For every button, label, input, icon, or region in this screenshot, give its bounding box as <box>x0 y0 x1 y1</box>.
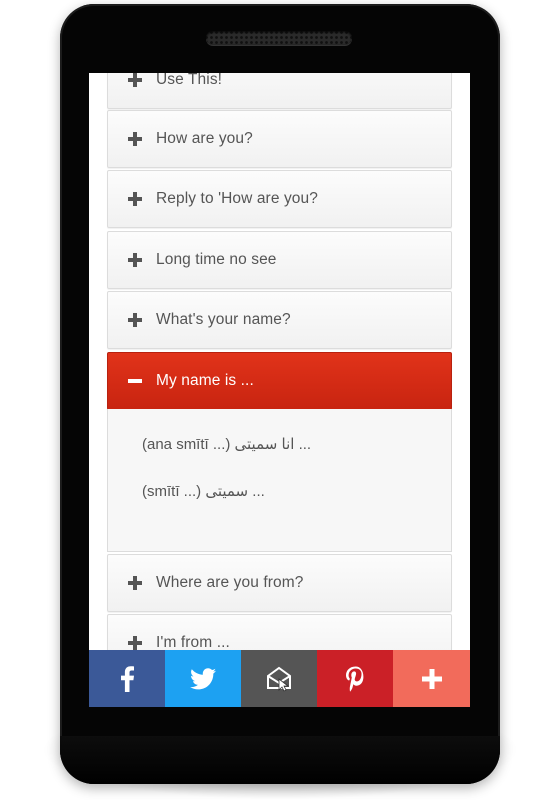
email-icon <box>267 666 291 692</box>
plus-icon <box>128 132 142 146</box>
accordion-panel-my-name-is: (ana smītī ...) انا سميتى ... (smītī ...… <box>107 409 452 552</box>
more-share-button[interactable] <box>393 650 470 707</box>
phone-screen: Use This! How are you? Reply to 'How are… <box>89 73 470 707</box>
facebook-icon <box>121 665 134 692</box>
phone-chin <box>60 736 500 784</box>
plus-icon <box>128 576 142 590</box>
pinterest-share-button[interactable] <box>317 650 393 707</box>
accordion-item-label: Reply to 'How are you? <box>156 190 318 207</box>
pinterest-icon <box>346 666 364 692</box>
accordion-item-use-this[interactable]: Use This! <box>107 73 452 109</box>
accordion-item-my-name-is[interactable]: My name is ... <box>107 352 452 410</box>
plus-icon <box>128 313 142 327</box>
accordion-item-label: Long time no see <box>156 251 277 268</box>
accordion-item-label: My name is ... <box>156 372 254 389</box>
facebook-share-button[interactable] <box>89 650 165 707</box>
accordion-item-reply-how-are-you[interactable]: Reply to 'How are you? <box>107 170 452 228</box>
plus-icon <box>128 636 142 650</box>
phrase-translation: (ana smītī ...) انا سميتى ... <box>142 436 312 453</box>
phrase-translation: (smītī ...) سميتى ... <box>142 483 265 500</box>
plus-icon <box>421 668 442 689</box>
plus-icon <box>128 73 142 87</box>
accordion-item-label: What's your name? <box>156 311 291 328</box>
accordion-item-label: How are you? <box>156 130 253 147</box>
accordion-item-where-are-you-from[interactable]: Where are you from? <box>107 554 452 612</box>
accordion-item-whats-your-name[interactable]: What's your name? <box>107 291 452 349</box>
accordion-item-label: Where are you from? <box>156 574 304 591</box>
minus-icon <box>128 374 142 388</box>
speaker-grille <box>206 31 352 45</box>
accordion-item-long-time-no-see[interactable]: Long time no see <box>107 231 452 289</box>
twitter-icon <box>190 667 216 689</box>
share-bar <box>89 650 470 707</box>
twitter-share-button[interactable] <box>165 650 241 707</box>
plus-icon <box>128 192 142 206</box>
plus-icon <box>128 253 142 267</box>
email-share-button[interactable] <box>241 650 317 707</box>
accordion-item-label: Use This! <box>156 73 223 88</box>
accordion-item-how-are-you[interactable]: How are you? <box>107 110 452 168</box>
